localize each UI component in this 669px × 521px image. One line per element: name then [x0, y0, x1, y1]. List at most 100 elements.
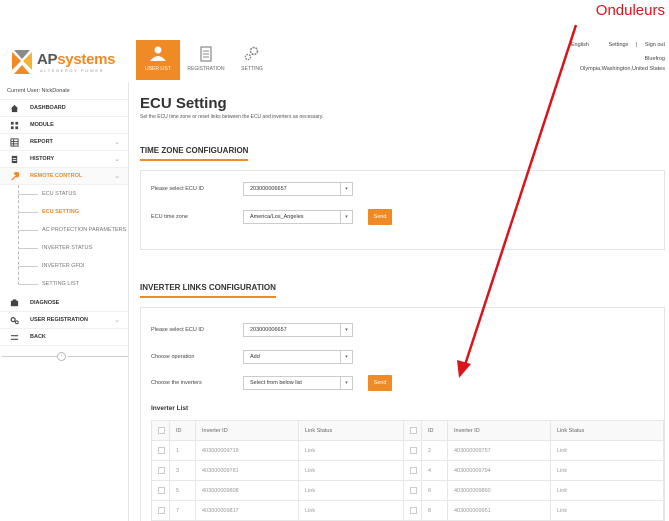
- select-value: Select from below list: [250, 380, 302, 386]
- table-icon: [10, 138, 19, 147]
- timezone-select[interactable]: America/Los_Angeles ▾: [243, 210, 353, 224]
- sidebar-item-history[interactable]: HISTORY ⌄: [0, 151, 128, 168]
- tab-label: SETTING: [241, 66, 263, 72]
- sidebar-item-label: DIAGNOSE: [30, 300, 60, 306]
- current-user: Current User: NickDonale: [0, 82, 128, 100]
- timezone-section-title: TIME ZONE CONFIGUARION: [140, 146, 249, 161]
- row-checkbox[interactable]: [151, 500, 170, 521]
- inverter-row-id: 7: [169, 500, 196, 521]
- select-value: America/Los_Angeles: [250, 214, 304, 220]
- registration-icon: [200, 46, 212, 62]
- sidebar-item-diagnose[interactable]: DIAGNOSE: [0, 295, 128, 312]
- sidebar-item-label: HISTORY: [30, 156, 55, 162]
- sidebar-subitem-setting-list[interactable]: SETTING LIST: [0, 275, 128, 293]
- divider: [68, 356, 128, 357]
- inverter-id: 403000009808: [195, 480, 299, 501]
- sidebar-item-module[interactable]: MODULE: [0, 117, 128, 134]
- signout-link[interactable]: Sign out: [645, 42, 665, 48]
- remote-control-submenu: ECU STATUS ECU SETTING AC PROTECTION PAR…: [0, 185, 128, 293]
- wrench-icon: [11, 172, 19, 181]
- row-checkbox[interactable]: [151, 440, 170, 461]
- operation-select[interactable]: Add ▾: [243, 350, 353, 364]
- gears-icon: [10, 317, 19, 325]
- inverter-row-id: 3: [169, 460, 196, 481]
- inverter-row-id: 8: [421, 500, 448, 521]
- column-header: ID: [169, 420, 196, 441]
- chevron-down-icon: ⌄: [114, 156, 120, 163]
- inverter-ecu-select[interactable]: 203000006657 ▾: [243, 323, 353, 337]
- tab-registration[interactable]: REGISTRATION: [184, 40, 228, 80]
- sidebar-item-user-registration[interactable]: USER REGISTRATION ⌄: [0, 312, 128, 329]
- timezone-ecu-select[interactable]: 203000006657 ▾: [243, 182, 353, 196]
- chevron-down-icon: ▾: [340, 183, 352, 195]
- sidebar-subitem-ecu-status[interactable]: ECU STATUS: [0, 185, 128, 203]
- sidebar-subitem-inverter-status[interactable]: INVERTER STATUS: [0, 239, 128, 257]
- row-checkbox[interactable]: [403, 460, 422, 481]
- tab-user-list[interactable]: USER LIST: [136, 40, 180, 80]
- user-name: Bluefrog: [644, 56, 666, 62]
- annotation-label: Onduleurs: [595, 2, 665, 19]
- sidebar-subitem-ac-protection[interactable]: AC PROTECTION PARAMETERS: [0, 221, 128, 239]
- inverter-id: 403000009860: [447, 480, 551, 501]
- sidebar-item-label: BACK: [30, 334, 46, 340]
- timezone-send-button[interactable]: Send: [368, 209, 392, 225]
- sidebar-item-label: DASHBOARD: [30, 105, 66, 111]
- sidebar-item-label: USER REGISTRATION: [30, 317, 88, 323]
- table-row: 5 403000009808 Link 6 403000009860 Link: [151, 480, 664, 501]
- logo-mark-icon: [12, 50, 32, 74]
- inverter-id: 403000009719: [195, 440, 299, 461]
- sidebar-item-label: REPORT: [30, 139, 53, 145]
- diagnose-icon: [10, 299, 19, 307]
- page-title: ECU Setting: [140, 95, 227, 112]
- sidebar-item-back[interactable]: BACK: [0, 329, 128, 346]
- language-link[interactable]: English: [571, 42, 589, 48]
- timezone-panel: Please select ECU ID 203000006657 ▾ ECU …: [140, 170, 665, 250]
- sidebar-item-remote-control[interactable]: REMOTE CONTROL ⌄: [0, 168, 128, 185]
- select-all-right-checkbox[interactable]: [403, 420, 422, 441]
- link-separator: |: [635, 42, 638, 48]
- grid-icon: [10, 121, 19, 130]
- row-checkbox[interactable]: [403, 500, 422, 521]
- main-content: ECU Setting Set the ECU time zone or res…: [130, 82, 669, 521]
- user-list-icon: [150, 46, 166, 61]
- chevron-down-icon: ▾: [340, 377, 352, 389]
- row-checkbox[interactable]: [403, 480, 422, 501]
- brand-name: APsystems: [37, 51, 116, 68]
- sidebar-item-label: MODULE: [30, 122, 54, 128]
- apsystems-logo[interactable]: APsystems ALTENERGY POWER: [8, 48, 130, 76]
- link-status: Link: [298, 440, 404, 461]
- column-header: Inverter ID: [195, 420, 299, 441]
- chevron-down-icon: ▾: [340, 324, 352, 336]
- chevron-down-icon: ▾: [340, 211, 352, 223]
- collapse-sidebar-icon[interactable]: ‹: [57, 352, 66, 361]
- inverter-id: 403000009951: [447, 500, 551, 521]
- select-value: Add: [250, 354, 260, 360]
- inverters-select[interactable]: Select from below list ▾: [243, 376, 353, 390]
- back-icon: [10, 335, 19, 340]
- row-checkbox[interactable]: [151, 460, 170, 481]
- sidebar-collapse-row: ‹: [0, 346, 128, 366]
- select-value: 203000006657: [250, 327, 287, 333]
- table-row: 7 403000009817 Link 8 403000009951 Link: [151, 500, 664, 521]
- table-row: 1 403000009719 Link 2 403000009757 Link: [151, 440, 664, 461]
- select-all-left-checkbox[interactable]: [151, 420, 170, 441]
- sidebar-subitem-inverter-gfdi[interactable]: INVERTER GFDI: [0, 257, 128, 275]
- settings-link[interactable]: Settings: [608, 42, 628, 48]
- inverter-table: ID Inverter ID Link Status ID Inverter I…: [151, 420, 664, 521]
- tab-setting[interactable]: SETTING: [230, 40, 274, 80]
- operation-label: Choose operation: [151, 354, 195, 360]
- user-info: Bluefrog Olympia,Washington,United State…: [580, 54, 665, 74]
- sidebar-item-dashboard[interactable]: DASHBOARD: [0, 100, 128, 117]
- row-checkbox[interactable]: [403, 440, 422, 461]
- inverter-row-id: 5: [169, 480, 196, 501]
- link-status: Link: [550, 440, 664, 461]
- link-status: Link: [550, 460, 664, 481]
- inverter-send-button[interactable]: Send: [368, 375, 392, 391]
- sidebar-subitem-ecu-setting[interactable]: ECU SETTING: [0, 203, 128, 221]
- chevron-down-icon: ⌄: [114, 139, 120, 146]
- inverters-label: Choose the inverters: [151, 380, 202, 386]
- column-header: ID: [421, 420, 448, 441]
- row-checkbox[interactable]: [151, 480, 170, 501]
- sidebar-item-report[interactable]: REPORT ⌄: [0, 134, 128, 151]
- column-header: Inverter ID: [447, 420, 551, 441]
